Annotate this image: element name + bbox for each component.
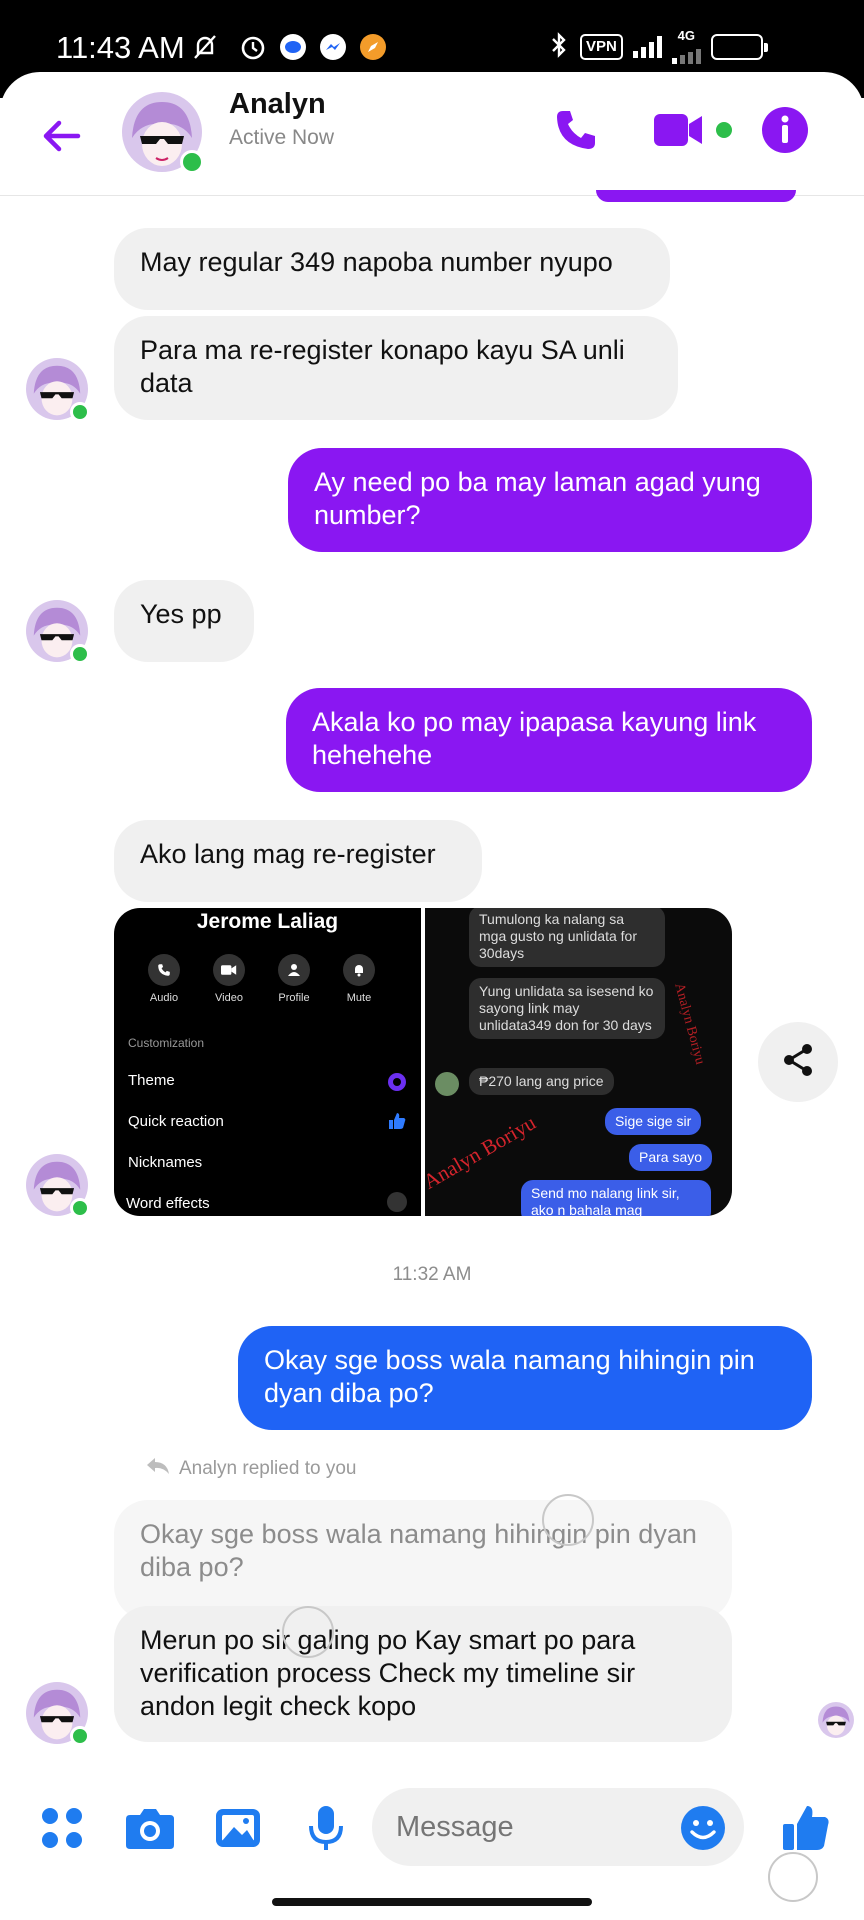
share-icon xyxy=(780,1042,816,1083)
status-time: 11:43 AM xyxy=(56,30,185,65)
signal-bars-secondary-icon xyxy=(671,42,701,64)
camera-icon[interactable] xyxy=(120,1798,180,1858)
message-composer xyxy=(0,1770,864,1890)
gallery-icon[interactable] xyxy=(208,1798,268,1858)
share-button[interactable] xyxy=(758,1022,838,1102)
message-outgoing[interactable]: Ay need po ba may laman agad yung number… xyxy=(288,448,812,552)
messenger-chat-screen: { "status_bar": { "time": "11:43 AM", "v… xyxy=(0,0,864,1920)
status-right-cluster: VPN 4G 39 xyxy=(548,29,768,65)
network-type: 4G xyxy=(671,29,701,64)
preview-avatar xyxy=(435,1072,459,1096)
touch-indicator xyxy=(768,1852,818,1902)
shared-images[interactable]: Jerome Laliag Audio Video Profile Mute C… xyxy=(114,908,732,1216)
back-arrow-icon[interactable] xyxy=(38,112,86,160)
preview-bubble: Para sayo xyxy=(629,1144,713,1171)
contact-avatar-small xyxy=(26,358,90,422)
contact-avatar-small xyxy=(26,600,90,664)
contact-status: Active Now xyxy=(229,126,335,149)
info-icon[interactable] xyxy=(757,102,813,158)
word-effects-icon xyxy=(387,1192,407,1212)
video-camera-icon[interactable] xyxy=(652,102,734,158)
screenshot-image-right[interactable]: Tumulong ka nalang sa mga gusto ng unlid… xyxy=(425,908,732,1216)
messenger-app-icon xyxy=(316,30,350,64)
microphone-icon[interactable] xyxy=(296,1798,356,1858)
reply-label: Analyn replied to you xyxy=(179,1458,357,1479)
screenshot-image-left[interactable]: Jerome Laliag Audio Video Profile Mute C… xyxy=(114,908,421,1216)
theme-icon xyxy=(387,1072,407,1092)
contact-avatar-small xyxy=(26,1682,90,1746)
alarm-icon xyxy=(236,30,270,64)
message-outgoing[interactable]: Okay sge boss wala namang hihingin pin d… xyxy=(238,1326,812,1430)
image-watermark: Analyn Boriyu xyxy=(671,981,708,1067)
reply-quoted-message[interactable]: Okay sge boss wala namang hihingin pin d… xyxy=(114,1500,732,1620)
emoji-icon[interactable] xyxy=(680,1805,726,1851)
signal-bars-icon xyxy=(632,36,662,58)
contact-avatar-small xyxy=(26,1154,90,1218)
preview-title: Jerome Laliag xyxy=(196,910,339,933)
home-indicator xyxy=(272,1898,592,1906)
preview-bubble: Send mo nalang link sir, ako n bahala ma… xyxy=(521,1180,711,1216)
message-incoming[interactable]: May regular 349 napoba number nyupo xyxy=(114,228,670,310)
message-outgoing[interactable]: Akala ko po may ipapasa kayung link hehe… xyxy=(286,688,812,792)
preview-action: Audio xyxy=(144,954,184,1004)
preview-bubble: Yung unlidata sa isesend ko sayong link … xyxy=(469,978,665,1039)
browser-app-icon xyxy=(356,30,390,64)
chat-header: Analyn Active Now xyxy=(0,72,864,196)
preview-action: Video xyxy=(209,954,249,1004)
touch-indicator xyxy=(282,1606,334,1658)
previous-message-edge xyxy=(596,190,796,202)
preview-actions: Audio Video Profile Mute xyxy=(144,954,379,1004)
thumbs-up-icon[interactable] xyxy=(776,1798,836,1858)
touch-indicator xyxy=(542,1494,594,1546)
notifications-muted-icon xyxy=(188,30,222,64)
reply-indicator: Analyn replied to you xyxy=(145,1456,356,1482)
battery-icon: 39 xyxy=(710,34,768,60)
contact-name: Analyn xyxy=(229,88,326,120)
image-watermark: Analyn Boriyu xyxy=(425,1110,540,1194)
preview-action: Mute xyxy=(339,954,379,1004)
seen-receipt-avatar xyxy=(818,1702,854,1738)
chat-app-icon xyxy=(276,30,310,64)
phone-icon[interactable] xyxy=(548,102,604,158)
battery-level: 39 xyxy=(727,38,746,55)
message-incoming[interactable]: Para ma re-register konapo kayu SA unli … xyxy=(114,316,678,420)
message-incoming[interactable]: Yes pp xyxy=(114,580,254,662)
thumbs-up-small-icon xyxy=(387,1111,407,1131)
menu-dots-icon[interactable] xyxy=(32,1798,92,1858)
preview-bubble: Sige sige sir xyxy=(605,1108,702,1135)
message-incoming[interactable]: Ako lang mag re-register xyxy=(114,820,482,902)
bluetooth-icon xyxy=(548,30,570,65)
message-timestamp: 11:32 AM xyxy=(392,1264,472,1285)
reply-arrow-icon xyxy=(145,1456,171,1482)
preview-section: Customization xyxy=(128,1036,205,1050)
preview-row: Nicknames xyxy=(128,1154,203,1171)
message-incoming[interactable]: Merun po sir galing po Kay smart po para… xyxy=(114,1606,732,1742)
preview-row: Theme xyxy=(128,1072,175,1089)
preview-bubble: ₱270 lang ang price xyxy=(469,1068,614,1095)
preview-row: Quick reaction xyxy=(128,1113,224,1130)
contact-avatar[interactable] xyxy=(122,92,204,174)
preview-action: Profile xyxy=(274,954,314,1004)
preview-row: Word effects xyxy=(126,1195,210,1212)
preview-bubble: Tumulong ka nalang sa mga gusto ng unlid… xyxy=(469,908,665,967)
vpn-indicator: VPN xyxy=(580,34,623,60)
